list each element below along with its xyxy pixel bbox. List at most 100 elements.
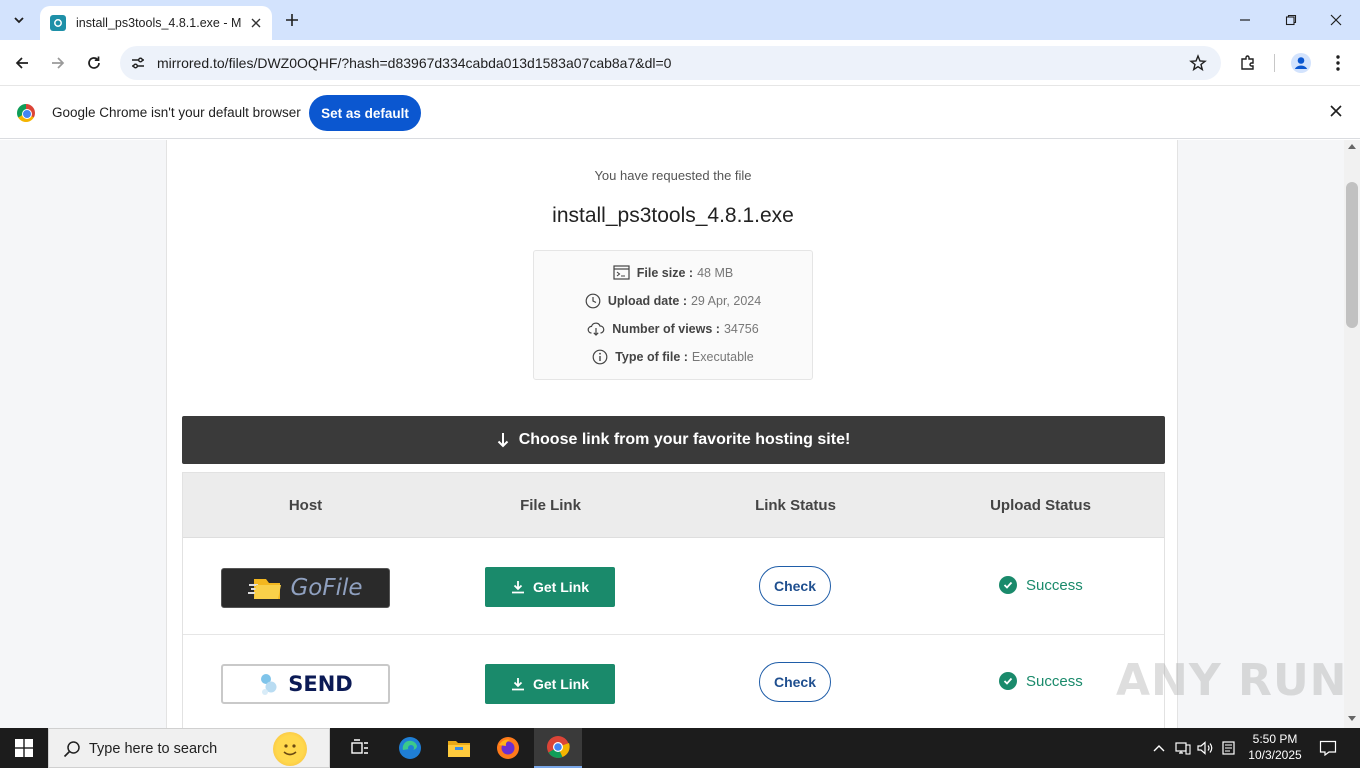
reload-button[interactable] (80, 49, 108, 77)
anyrun-watermark: ANY RUN (1116, 655, 1348, 706)
browser-toolbar: mirrored.to/files/DWZ0OQHF/?hash=d83967d… (0, 40, 1360, 86)
minimize-button[interactable] (1223, 6, 1267, 34)
infobar-message: Google Chrome isn't your default browser (52, 105, 301, 120)
arrow-left-icon (15, 57, 28, 69)
scroll-up-arrow-icon[interactable] (1348, 144, 1356, 149)
keyboard-tray-icon[interactable] (1219, 728, 1239, 768)
tab-close-button[interactable] (248, 15, 264, 31)
choose-host-text: Choose link from your favorite hosting s… (518, 431, 851, 448)
extensions-button[interactable] (1234, 49, 1262, 77)
send-wave-icon (261, 674, 277, 695)
url-text: mirrored.to/files/DWZ0OQHF/?hash=d83967d… (157, 55, 672, 71)
edge-taskbar-button[interactable] (386, 728, 434, 768)
start-button[interactable] (0, 728, 48, 768)
keyboard-icon (1222, 741, 1235, 755)
request-caption: You have requested the file (594, 168, 752, 183)
views-row: Number of views : 34756 (534, 321, 812, 336)
tab-search-button[interactable] (6, 7, 32, 33)
check-circle-icon (999, 576, 1017, 594)
page-content: You have requested the file install_ps3t… (166, 140, 1178, 728)
arrow-right-icon (52, 57, 65, 69)
get-link-button[interactable]: Get Link (485, 664, 615, 704)
windows-taskbar: Type here to search 5:50 PM 10/3/2025 (0, 728, 1360, 768)
get-link-button[interactable]: Get Link (485, 567, 615, 607)
bookmark-star-icon[interactable] (1189, 54, 1207, 72)
tab-title: install_ps3tools_4.8.1.exe - Mirrored.to (76, 16, 242, 30)
page-viewport: You have requested the file install_ps3t… (0, 140, 1344, 728)
chrome-taskbar-button[interactable] (534, 728, 582, 768)
arrow-down-icon (497, 433, 508, 448)
scroll-down-arrow-icon[interactable] (1348, 716, 1356, 721)
host-name: GoFile (290, 575, 363, 601)
chrome-menu-button[interactable] (1324, 49, 1352, 77)
network-tray-icon[interactable] (1173, 728, 1193, 768)
volume-tray-icon[interactable] (1196, 728, 1216, 768)
gofile-logo: GoFile (221, 568, 390, 608)
file-info-box: File size : 48 MB Upload date : 29 Apr, … (533, 250, 813, 380)
plus-icon (286, 14, 298, 26)
chevron-up-icon (1153, 745, 1165, 752)
close-icon (1330, 14, 1342, 26)
download-icon (511, 678, 524, 691)
check-circle-icon (999, 672, 1017, 690)
table-row: GoFile Get Link Check Success (183, 538, 1164, 635)
upload-status: Success (999, 576, 1083, 594)
site-favicon-icon (50, 15, 66, 31)
minimize-icon (1240, 19, 1250, 21)
puzzle-icon (1241, 55, 1254, 70)
column-header-file-link: File Link (520, 497, 581, 514)
upload-date-row: Upload date : 29 Apr, 2024 (534, 293, 812, 309)
firefox-icon (497, 737, 519, 759)
taskbar-search-box[interactable]: Type here to search (48, 728, 330, 768)
restore-icon (1285, 14, 1297, 26)
forward-button[interactable] (44, 49, 72, 77)
browser-tab[interactable]: install_ps3tools_4.8.1.exe - Mirrored.to (40, 6, 272, 40)
show-hidden-icons-button[interactable] (1150, 728, 1168, 768)
notifications-button[interactable] (1316, 728, 1340, 768)
column-header-link-status: Link Status (755, 497, 836, 514)
upload-status: Success (999, 672, 1083, 690)
task-view-button[interactable] (336, 728, 384, 768)
network-icon (1175, 742, 1191, 755)
file-type-row: Type of file : Executable (534, 349, 812, 365)
weather-sun-icon (273, 732, 307, 766)
page-scrollbar[interactable] (1344, 140, 1360, 728)
profile-button[interactable] (1287, 49, 1315, 77)
edge-icon (399, 737, 421, 759)
more-vertical-icon (1336, 55, 1340, 71)
clock-icon (585, 293, 601, 309)
info-icon (592, 349, 608, 365)
file-explorer-taskbar-button[interactable] (435, 728, 483, 768)
restore-button[interactable] (1269, 6, 1313, 34)
back-button[interactable] (8, 49, 36, 77)
profile-avatar-icon (1291, 53, 1311, 73)
speaker-icon (1197, 741, 1213, 755)
terminal-icon (613, 265, 630, 280)
new-tab-button[interactable] (282, 10, 302, 30)
file-size-row: File size : 48 MB (534, 265, 812, 280)
cloud-icon (587, 322, 605, 336)
site-settings-icon[interactable] (130, 55, 146, 71)
scrollbar-thumb[interactable] (1346, 182, 1358, 328)
table-header: Host File Link Link Status Upload Status (183, 473, 1164, 538)
choose-host-banner: Choose link from your favorite hosting s… (182, 416, 1165, 464)
firefox-taskbar-button[interactable] (484, 728, 532, 768)
close-icon (251, 18, 261, 28)
taskbar-clock[interactable]: 5:50 PM 10/3/2025 (1240, 731, 1310, 763)
chrome-logo-icon (17, 104, 35, 122)
set-as-default-button[interactable]: Set as default (309, 95, 421, 131)
check-button[interactable]: Check (759, 662, 831, 702)
chrome-icon (547, 736, 570, 758)
close-icon[interactable] (1330, 105, 1342, 117)
task-view-icon (351, 739, 368, 754)
hosts-table: Host File Link Link Status Upload Status… (182, 472, 1165, 728)
send-logo: SEND (221, 664, 390, 704)
close-window-button[interactable] (1314, 6, 1358, 34)
tab-strip: install_ps3tools_4.8.1.exe - Mirrored.to (0, 0, 1360, 40)
column-header-host: Host (288, 497, 323, 514)
search-icon (63, 741, 80, 758)
column-header-upload-status: Upload Status (990, 497, 1091, 514)
check-button[interactable]: Check (759, 566, 831, 606)
address-bar[interactable]: mirrored.to/files/DWZ0OQHF/?hash=d83967d… (120, 46, 1221, 80)
search-placeholder: Type here to search (89, 741, 218, 757)
